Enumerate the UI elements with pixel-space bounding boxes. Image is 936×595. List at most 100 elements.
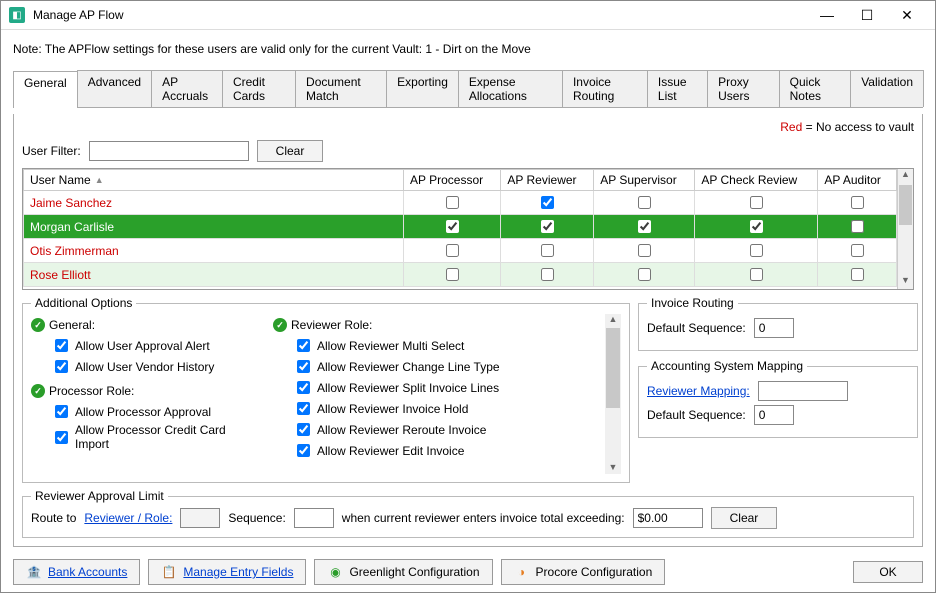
checkbox-cell[interactable]	[404, 191, 501, 215]
checkbox-cell[interactable]	[404, 263, 501, 287]
checkbox-cell[interactable]	[404, 215, 501, 239]
role-checkbox[interactable]	[638, 196, 651, 209]
manage-entry-fields-button[interactable]: 📋Manage Entry Fields	[148, 559, 306, 585]
sequence-input[interactable]	[294, 508, 334, 528]
scroll-down-icon[interactable]: ▼	[605, 462, 621, 474]
column-header[interactable]: User Name▲	[24, 170, 404, 191]
option-checkbox[interactable]: Allow Reviewer Reroute Invoice	[293, 420, 593, 439]
table-row[interactable]: Rose Elliott	[24, 263, 897, 287]
mapping-default-sequence-input[interactable]	[754, 405, 794, 425]
role-checkbox[interactable]	[750, 220, 763, 233]
approval-clear-button[interactable]: Clear	[711, 507, 778, 529]
table-row[interactable]: Jaime Sanchez	[24, 191, 897, 215]
tab-invoice-routing[interactable]: Invoice Routing	[562, 70, 648, 107]
ok-button[interactable]: OK	[853, 561, 923, 583]
user-name-cell[interactable]: Jaime Sanchez	[24, 191, 404, 215]
reviewer-role-link[interactable]: Reviewer / Role:	[84, 511, 172, 525]
role-checkbox[interactable]	[638, 220, 651, 233]
tab-ap-accruals[interactable]: AP Accruals	[151, 70, 223, 107]
role-checkbox[interactable]	[750, 268, 763, 281]
option-checkbox[interactable]: Allow Reviewer Multi Select	[293, 336, 593, 355]
user-filter-clear-button[interactable]: Clear	[257, 140, 324, 162]
scroll-down-icon[interactable]: ▼	[898, 275, 913, 289]
amount-input[interactable]	[633, 508, 703, 528]
option-checkbox-input[interactable]	[55, 405, 68, 418]
tab-advanced[interactable]: Advanced	[77, 70, 152, 107]
role-checkbox[interactable]	[446, 268, 459, 281]
option-checkbox-input[interactable]	[55, 431, 68, 444]
role-checkbox[interactable]	[446, 220, 459, 233]
default-sequence-input[interactable]	[754, 318, 794, 338]
option-checkbox-input[interactable]	[297, 360, 310, 373]
role-checkbox[interactable]	[446, 244, 459, 257]
role-checkbox[interactable]	[851, 196, 864, 209]
greenlight-config-button[interactable]: ◉Greenlight Configuration	[314, 559, 492, 585]
bank-accounts-button[interactable]: 🏦Bank Accounts	[13, 559, 140, 585]
option-checkbox[interactable]: Allow User Vendor History	[51, 357, 261, 376]
role-checkbox[interactable]	[541, 268, 554, 281]
role-checkbox[interactable]	[446, 196, 459, 209]
option-checkbox[interactable]: Allow Reviewer Split Invoice Lines	[293, 378, 593, 397]
checkbox-cell[interactable]	[818, 215, 897, 239]
role-checkbox[interactable]	[851, 244, 864, 257]
grid-scrollbar[interactable]: ▲ ▼	[897, 169, 913, 289]
scroll-up-icon[interactable]: ▲	[605, 314, 621, 326]
tab-expense-allocations[interactable]: Expense Allocations	[458, 70, 563, 107]
scroll-thumb[interactable]	[606, 328, 620, 408]
tab-general[interactable]: General	[13, 71, 78, 108]
checkbox-cell[interactable]	[404, 239, 501, 263]
tab-validation[interactable]: Validation	[850, 70, 924, 107]
role-checkbox[interactable]	[638, 244, 651, 257]
role-checkbox[interactable]	[541, 220, 554, 233]
checkbox-cell[interactable]	[818, 191, 897, 215]
role-checkbox[interactable]	[750, 196, 763, 209]
checkbox-cell[interactable]	[695, 263, 818, 287]
user-name-cell[interactable]: Otis Zimmerman	[24, 239, 404, 263]
option-checkbox-input[interactable]	[55, 339, 68, 352]
column-header[interactable]: AP Processor	[404, 170, 501, 191]
tab-proxy-users[interactable]: Proxy Users	[707, 70, 780, 107]
column-header[interactable]: AP Reviewer	[501, 170, 594, 191]
user-name-cell[interactable]: Rose Elliott	[24, 263, 404, 287]
checkbox-cell[interactable]	[594, 263, 695, 287]
column-header[interactable]: AP Check Review	[695, 170, 818, 191]
role-checkbox[interactable]	[750, 244, 763, 257]
reviewer-mapping-link[interactable]: Reviewer Mapping:	[647, 384, 750, 398]
scroll-thumb[interactable]	[899, 185, 912, 225]
option-checkbox[interactable]: Allow Reviewer Edit Invoice	[293, 441, 593, 460]
checkbox-cell[interactable]	[501, 239, 594, 263]
option-checkbox[interactable]: Allow Reviewer Change Line Type	[293, 357, 593, 376]
reviewer-role-input[interactable]	[180, 508, 220, 528]
table-row[interactable]: Otis Zimmerman	[24, 239, 897, 263]
checkbox-cell[interactable]	[695, 191, 818, 215]
maximize-button[interactable]: ☐	[847, 1, 887, 29]
tab-document-match[interactable]: Document Match	[295, 70, 387, 107]
checkbox-cell[interactable]	[594, 191, 695, 215]
option-checkbox-input[interactable]	[297, 402, 310, 415]
minimize-button[interactable]: —	[807, 1, 847, 29]
checkbox-cell[interactable]	[695, 215, 818, 239]
checkbox-cell[interactable]	[818, 263, 897, 287]
option-checkbox[interactable]: Allow Reviewer Invoice Hold	[293, 399, 593, 418]
option-checkbox-input[interactable]	[297, 381, 310, 394]
tab-issue-list[interactable]: Issue List	[647, 70, 708, 107]
tab-credit-cards[interactable]: Credit Cards	[222, 70, 296, 107]
option-checkbox[interactable]: Allow Processor Credit Card Import	[51, 423, 261, 451]
option-checkbox-input[interactable]	[297, 444, 310, 457]
column-header[interactable]: AP Auditor	[818, 170, 897, 191]
role-checkbox[interactable]	[851, 268, 864, 281]
column-header[interactable]: AP Supervisor	[594, 170, 695, 191]
checkbox-cell[interactable]	[594, 239, 695, 263]
checkbox-cell[interactable]	[594, 215, 695, 239]
user-filter-input[interactable]	[89, 141, 249, 161]
scroll-up-icon[interactable]: ▲	[898, 169, 913, 183]
role-checkbox[interactable]	[541, 244, 554, 257]
role-checkbox[interactable]	[541, 196, 554, 209]
checkbox-cell[interactable]	[501, 263, 594, 287]
role-checkbox[interactable]	[851, 220, 864, 233]
checkbox-cell[interactable]	[501, 191, 594, 215]
tab-quick-notes[interactable]: Quick Notes	[779, 70, 852, 107]
tab-exporting[interactable]: Exporting	[386, 70, 459, 107]
option-checkbox-input[interactable]	[55, 360, 68, 373]
checkbox-cell[interactable]	[818, 239, 897, 263]
